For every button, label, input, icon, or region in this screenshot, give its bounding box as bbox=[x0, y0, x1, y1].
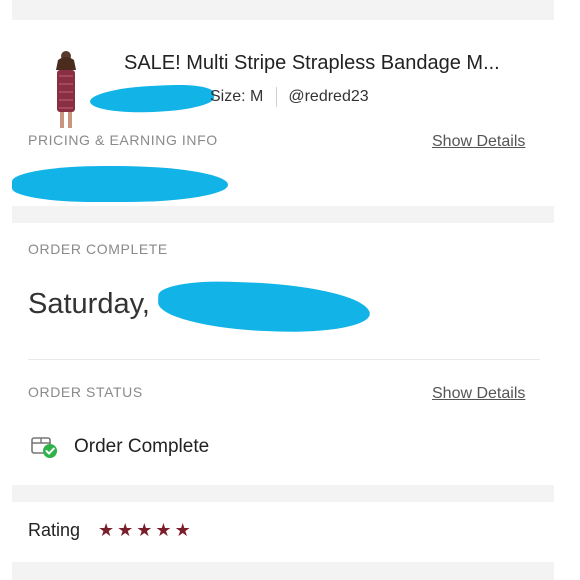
divider-line bbox=[28, 359, 540, 360]
redaction-mark bbox=[157, 279, 371, 335]
rating-stars: ★ ★ ★ ★ ★ bbox=[98, 518, 194, 542]
order-complete-date: Saturday, bbox=[28, 288, 150, 320]
order-status-section-label: ORDER STATUS bbox=[28, 384, 143, 400]
star-icon: ★ bbox=[117, 520, 134, 540]
redaction-mark bbox=[12, 166, 228, 202]
pricing-show-details-link[interactable]: Show Details bbox=[432, 133, 525, 151]
order-complete-section-label: ORDER COMPLETE bbox=[28, 241, 168, 257]
item-thumbnail[interactable] bbox=[44, 48, 88, 132]
item-meta: Size: M @redred23 bbox=[210, 87, 369, 107]
item-title[interactable]: SALE! Multi Stripe Strapless Bandage M..… bbox=[124, 52, 500, 75]
pricing-section-label: PRICING & EARNING INFO bbox=[28, 132, 218, 148]
star-icon: ★ bbox=[155, 520, 172, 540]
redaction-mark bbox=[89, 82, 215, 116]
section-divider-band bbox=[12, 485, 554, 502]
rating-label: Rating bbox=[28, 520, 81, 540]
star-icon: ★ bbox=[174, 520, 191, 540]
package-check-icon bbox=[31, 437, 57, 458]
star-icon: ★ bbox=[136, 520, 153, 540]
item-size: Size: M bbox=[210, 88, 264, 105]
order-status-text: Order Complete bbox=[74, 436, 210, 457]
seller-username[interactable]: @redred23 bbox=[288, 88, 368, 106]
bottom-divider-band bbox=[12, 562, 554, 580]
top-divider-band bbox=[12, 0, 554, 20]
meta-separator bbox=[276, 87, 278, 107]
status-show-details-link[interactable]: Show Details bbox=[432, 385, 525, 403]
star-icon: ★ bbox=[98, 520, 115, 540]
section-divider-band bbox=[12, 206, 554, 223]
